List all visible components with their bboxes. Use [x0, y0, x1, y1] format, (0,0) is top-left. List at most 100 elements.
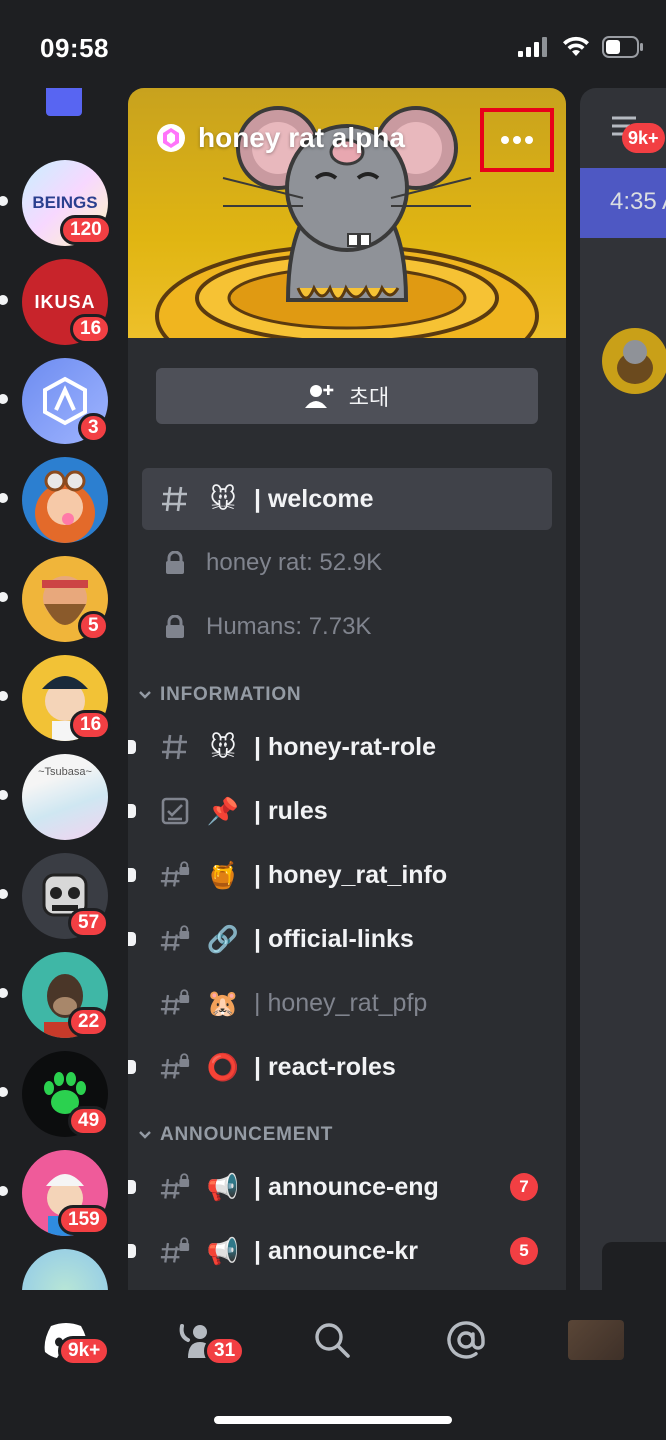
unread-indicator [128, 1244, 136, 1258]
server-more-options-button[interactable] [480, 108, 554, 172]
locked-hashtag-icon [160, 924, 190, 954]
server-badge: 159 [58, 1205, 110, 1235]
avatar-art-icon [35, 470, 95, 543]
server-channel-panel: honey rat alpha 초대 🐭 | welcome honey rat… [128, 88, 566, 1290]
server-badge: 16 [70, 710, 112, 740]
wifi-icon [563, 36, 589, 56]
add-user-icon [304, 385, 334, 408]
nav-search[interactable] [302, 1310, 362, 1370]
server-title[interactable]: honey rat alpha [156, 122, 405, 154]
server-badge: 57 [68, 908, 110, 938]
chat-panel-peek[interactable]: 9k+ 4:35 A [580, 88, 666, 1290]
channel-name: | announce-eng [254, 1172, 439, 1201]
channel-honey-rat-pfp[interactable]: 🐹 | honey_rat_pfp [142, 972, 552, 1034]
hamster-emoji-icon: 🐹 [206, 987, 240, 1018]
chevron-down-icon [139, 1131, 151, 1139]
channel-announce-eng[interactable]: 📢 | announce-eng 7 [128, 1156, 552, 1218]
channel-name: | react-roles [254, 1052, 396, 1081]
unread-indicator [0, 295, 8, 305]
hashtag-icon [160, 732, 190, 762]
unread-indicator [0, 790, 8, 800]
channel-name: | rules [254, 796, 328, 825]
boost-gem-icon [157, 124, 185, 152]
peek-unread-badge: 9k+ [622, 123, 665, 153]
server-badge: 16 [70, 314, 112, 344]
server-badge: 49 [68, 1106, 110, 1136]
honey-pot-emoji-icon: 🍯 [206, 859, 240, 890]
channel-rules[interactable]: 📌 | rules [128, 780, 552, 842]
status-bar: 09:58 [0, 0, 666, 88]
status-time: 09:58 [40, 33, 109, 63]
unread-indicator [128, 932, 136, 946]
channel-announce-kr[interactable]: 📢 | announce-kr 5 [128, 1220, 552, 1282]
home-badge: 9k+ [58, 1336, 111, 1366]
locked-hashtag-icon [160, 1052, 190, 1082]
unread-indicator [0, 493, 8, 503]
server-badge: 3 [78, 413, 109, 443]
message-avatar[interactable] [602, 328, 666, 394]
channel-name: | honey_rat_pfp [254, 988, 428, 1017]
channel-honey-rat-info[interactable]: 🍯 | honey_rat_info [128, 844, 552, 906]
unread-indicator [0, 1186, 8, 1196]
server-art: ~Tsubasa~ [22, 754, 108, 840]
unread-indicator [0, 592, 8, 602]
mention-badge: 5 [510, 1237, 538, 1265]
unread-indicator [0, 691, 8, 701]
channel-honey-rat-role[interactable]: 🐭 | honey-rat-role [128, 716, 552, 778]
channel-welcome[interactable]: 🐭 | welcome [142, 468, 552, 530]
more-dots-icon [501, 136, 533, 144]
unread-indicator [0, 1087, 8, 1097]
server-icon-goggles-girl[interactable] [22, 457, 108, 543]
rules-checklist-icon [160, 796, 190, 826]
channel-react-roles[interactable]: ⭕ | react-roles [128, 1036, 552, 1098]
nav-profile[interactable] [566, 1310, 626, 1370]
server-art [22, 457, 108, 543]
unread-indicator [0, 988, 8, 998]
pushpin-emoji-icon: 📌 [206, 795, 240, 826]
at-mention-icon [447, 1321, 485, 1359]
server-art-label: BEINGS [32, 193, 98, 212]
mouse-emoji-icon: 🐭 [209, 483, 237, 514]
category-information[interactable]: INFORMATION [138, 684, 301, 706]
megaphone-emoji-icon: 📢 [206, 1171, 240, 1202]
server-icon-tsubasa[interactable]: ~Tsubasa~ [22, 754, 108, 840]
mouse-emoji-icon: 🐭 [209, 731, 237, 762]
hashtag-icon [160, 484, 190, 514]
channel-name: | welcome [254, 484, 374, 513]
channel-name: | announce-kr [254, 1236, 418, 1265]
unread-indicator [0, 889, 8, 899]
channel-official-links[interactable]: 🔗 | official-links [128, 908, 552, 970]
lock-icon [160, 548, 190, 578]
stat-channel-honey-rat-count[interactable]: honey rat: 52.9K [142, 532, 552, 594]
folder-icon[interactable] [46, 88, 82, 116]
channel-name: Humans: 7.73K [206, 613, 372, 640]
locked-hashtag-icon [160, 860, 190, 890]
home-indicator[interactable] [214, 1416, 452, 1424]
profile-avatar [568, 1320, 624, 1360]
unread-indicator [128, 740, 136, 754]
unread-indicator [0, 394, 8, 404]
invite-button[interactable]: 초대 [156, 368, 538, 424]
avatar-art-icon [617, 340, 653, 384]
unread-indicator [128, 1060, 136, 1074]
chevron-down-icon [139, 691, 151, 699]
message-embed-peek [602, 1242, 666, 1290]
invite-label: 초대 [348, 385, 390, 410]
locked-hashtag-icon [160, 988, 190, 1018]
channel-name: | honey_rat_info [254, 860, 448, 889]
nav-mentions[interactable] [436, 1310, 496, 1370]
server-art-label: ~Tsubasa~ [38, 766, 92, 778]
server-name: honey rat alpha [198, 122, 405, 153]
server-badge: 5 [78, 611, 109, 641]
status-icons [518, 36, 644, 58]
server-badge: 120 [60, 215, 112, 245]
mention-badge: 7 [510, 1173, 538, 1201]
link-emoji-icon: 🔗 [206, 923, 240, 954]
server-badge: 22 [68, 1007, 110, 1037]
channel-name: honey rat: 52.9K [206, 549, 383, 576]
battery-icon [602, 36, 643, 58]
category-announcement[interactable]: ANNOUNCEMENT [138, 1124, 333, 1146]
stat-channel-humans-count[interactable]: Humans: 7.73K [142, 596, 552, 658]
channel-name: | honey-rat-role [254, 732, 437, 761]
server-art-label: IKUSA [34, 291, 96, 312]
